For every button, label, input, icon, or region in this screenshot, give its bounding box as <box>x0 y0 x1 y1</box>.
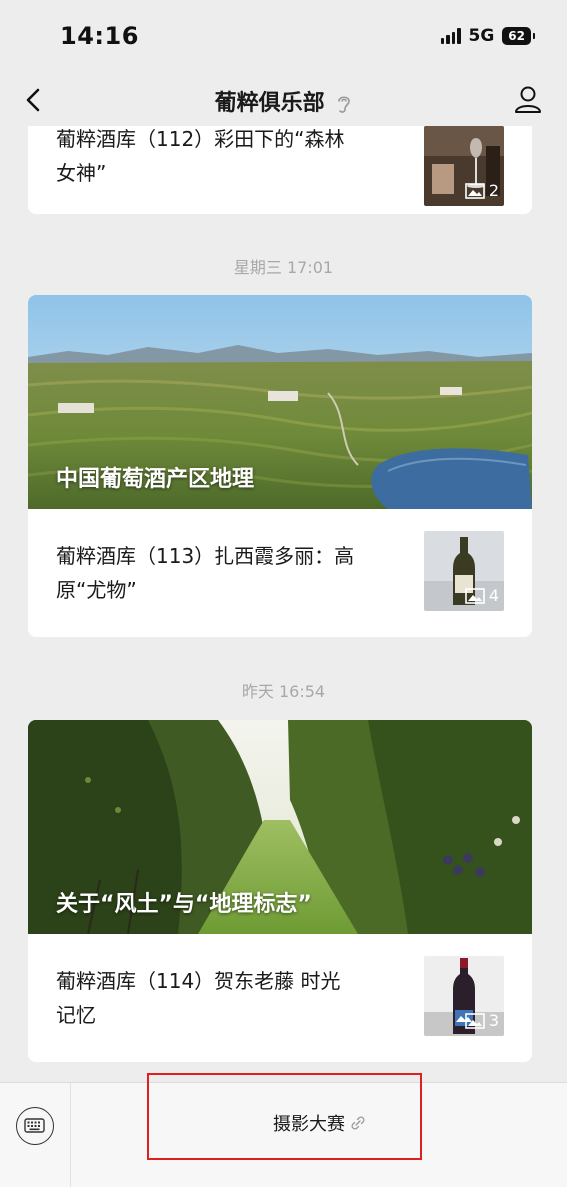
image-count-badge: 3 <box>465 1011 499 1030</box>
status-indicators: 5G 62 <box>440 26 535 46</box>
menu-item-photo-contest[interactable]: 摄影大赛 <box>71 1083 567 1163</box>
sub-article-113[interactable]: 葡粹酒库（113）扎西霞多丽：高 原“尤物” 4 <box>28 509 532 637</box>
image-icon <box>465 1012 485 1029</box>
battery-level: 62 <box>508 29 525 43</box>
article-title-112-line1: 葡粹酒库（112）彩田下的“森林 <box>56 127 345 151</box>
article-title-112: 葡粹酒库（112）彩田下的“森林 女神” <box>56 126 406 190</box>
link-icon <box>351 1116 365 1130</box>
message-feed[interactable]: 葡粹酒库（112）彩田下的“森林 女神” 2 星期三 17:01 中国葡萄酒产区… <box>0 126 567 1082</box>
article-thumb-113: 4 <box>424 531 504 611</box>
timestamp: 昨天 16:54 <box>241 682 326 701</box>
timestamp: 星期三 17:01 <box>233 258 334 277</box>
status-bar: 14:16 5G 62 <box>0 0 567 74</box>
sub-article-114[interactable]: 葡粹酒库（114）贺东老藤 时光 记忆 3 <box>28 934 532 1062</box>
image-icon <box>465 182 485 199</box>
cover-title: 关于“风土”与“地理标志” <box>56 892 312 917</box>
keyboard-icon <box>24 1118 45 1133</box>
cover-image[interactable]: 中国葡萄酒产区地理 <box>28 295 532 509</box>
sub-article-title-line1: 葡粹酒库（113）扎西霞多丽：高 <box>56 544 355 568</box>
page-title-text: 葡粹俱乐部 <box>214 91 325 116</box>
article-card-114[interactable]: 关于“风土”与“地理标志” 葡粹酒库（114）贺东老藤 时光 记忆 3 <box>28 720 532 1062</box>
image-count-badge: 2 <box>465 181 499 200</box>
sub-article-title-line2: 记忆 <box>56 1003 96 1027</box>
image-count: 3 <box>488 1011 499 1030</box>
sub-article-title-line1: 葡粹酒库（114）贺东老藤 时光 <box>56 969 341 993</box>
cover-image[interactable]: 关于“风土”与“地理标志” <box>28 720 532 934</box>
article-title-112-line2: 女神” <box>56 161 107 185</box>
nav-bar: 葡粹俱乐部 <box>0 74 567 126</box>
bottom-menu-bar: 摄影大赛 <box>0 1082 567 1187</box>
image-count: 4 <box>488 586 499 605</box>
article-thumb-114: 3 <box>424 956 504 1036</box>
profile-icon[interactable] <box>511 82 545 116</box>
article-thumb-112: 2 <box>424 126 504 206</box>
image-count: 2 <box>488 181 499 200</box>
menu-item-label: 摄影大赛 <box>273 1114 345 1135</box>
ear-icon <box>338 96 351 113</box>
cover-title: 中国葡萄酒产区地理 <box>56 467 255 492</box>
battery-icon: 62 <box>502 27 535 45</box>
page-title: 葡粹俱乐部 <box>0 85 567 117</box>
keyboard-toggle-button[interactable] <box>16 1107 54 1145</box>
sub-article-title-line2: 原“尤物” <box>56 578 137 602</box>
signal-icon <box>440 28 461 44</box>
sub-article-title: 葡粹酒库（114）贺东老藤 时光 记忆 <box>56 964 406 1032</box>
image-count-badge: 4 <box>465 586 499 605</box>
article-card-113[interactable]: 中国葡萄酒产区地理 葡粹酒库（113）扎西霞多丽：高 原“尤物” 4 <box>28 295 532 637</box>
network-type: 5G <box>468 26 495 46</box>
article-card-112[interactable]: 葡粹酒库（112）彩田下的“森林 女神” 2 <box>28 126 532 214</box>
image-icon <box>465 587 485 604</box>
sub-article-title: 葡粹酒库（113）扎西霞多丽：高 原“尤物” <box>56 539 406 607</box>
status-time: 14:16 <box>60 22 139 50</box>
